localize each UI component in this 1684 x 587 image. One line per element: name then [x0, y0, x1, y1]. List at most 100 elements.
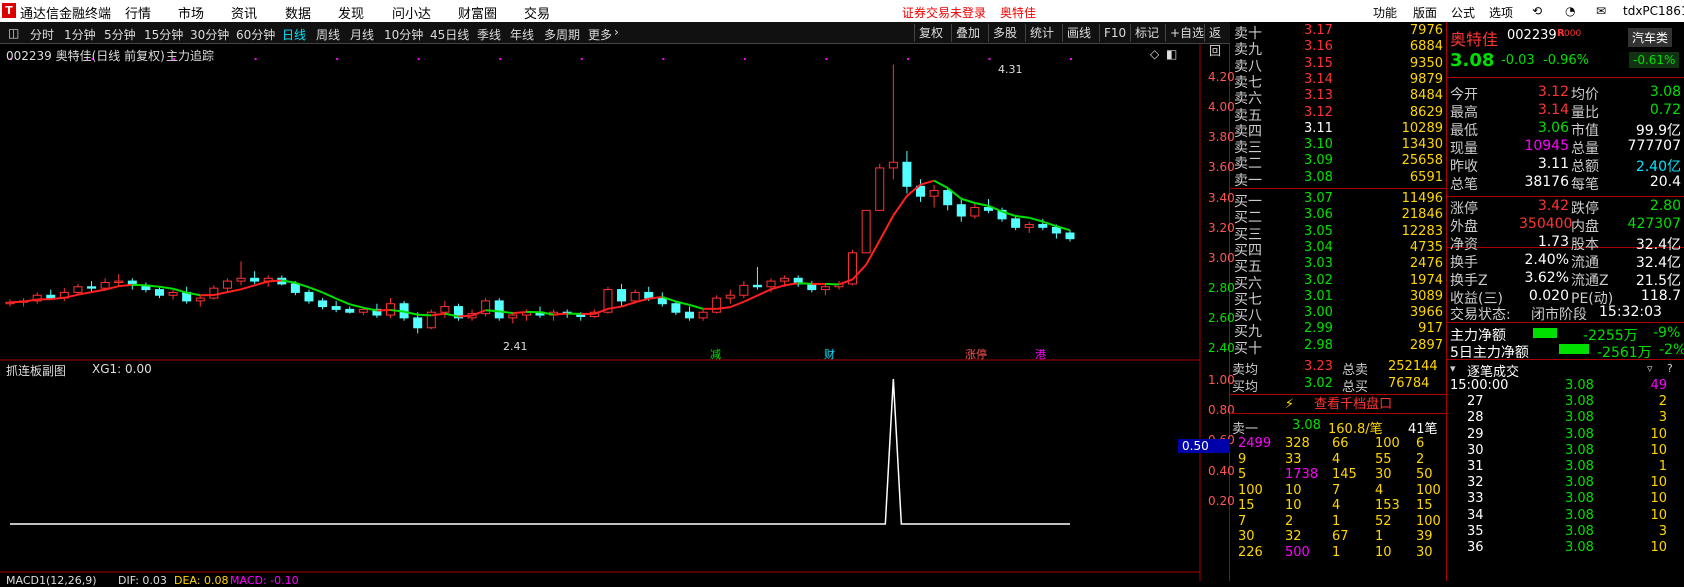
- login-notice[interactable]: 证券交易未登录: [902, 4, 986, 21]
- event-reduce[interactable]: 减: [710, 346, 721, 362]
- level-name: 卖一: [1234, 170, 1262, 190]
- menu-market[interactable]: 市场: [178, 3, 204, 22]
- level-price: 3.08: [1304, 170, 1333, 185]
- menu-quotes[interactable]: 行情: [125, 3, 151, 22]
- mail-icon[interactable]: ✉: [1596, 4, 1606, 18]
- field-value-right: 2.80: [1621, 198, 1681, 214]
- field-label-right: 流通Z: [1571, 270, 1609, 290]
- level-volume: 13430: [1402, 137, 1443, 152]
- ask-row[interactable]: 卖三3.1013430: [1232, 137, 1445, 154]
- event-limitup[interactable]: 涨停: [965, 346, 987, 362]
- ask-row[interactable]: 卖二3.0925658: [1232, 153, 1445, 170]
- btn-fuquan[interactable]: 复权: [914, 24, 947, 42]
- expand-icon[interactable]: ◧: [1166, 47, 1177, 61]
- queue-cell: 328: [1285, 436, 1310, 451]
- btn-back[interactable]: 返回: [1204, 24, 1230, 42]
- queue-cell: 100: [1375, 436, 1400, 451]
- diamond-icon[interactable]: ◇: [1150, 47, 1159, 61]
- tab-60min[interactable]: 60分钟: [236, 26, 275, 43]
- btn-stats[interactable]: 统计: [1025, 24, 1058, 42]
- sector-name[interactable]: 汽车类: [1628, 28, 1672, 47]
- tab-15min[interactable]: 15分钟: [144, 26, 183, 43]
- ask-row[interactable]: 卖七3.149879: [1232, 72, 1445, 89]
- bid-row[interactable]: 买五3.032476: [1232, 256, 1445, 273]
- menu-data[interactable]: 数据: [285, 3, 311, 22]
- trend-line-segment: [377, 310, 391, 311]
- chevron-right-icon[interactable]: ›: [614, 25, 619, 39]
- btn-f10[interactable]: F10: [1099, 24, 1130, 42]
- btn-add-watch[interactable]: +自选: [1165, 24, 1208, 42]
- ask-row[interactable]: 卖十3.177976: [1232, 23, 1445, 40]
- tab-fenshi[interactable]: 分时: [30, 26, 54, 43]
- tick-price: 3.08: [1565, 475, 1594, 490]
- bid-row[interactable]: 买九2.99917: [1232, 321, 1445, 338]
- qian-dang-button[interactable]: ⚡查看千档盘口: [1230, 394, 1447, 414]
- tab-more[interactable]: 更多: [588, 26, 612, 43]
- btn-multistock[interactable]: 多股: [988, 24, 1021, 42]
- tick-volume: 10: [1627, 427, 1667, 442]
- panel-menu-icon[interactable]: ▾: [1450, 362, 1456, 375]
- btn-mark[interactable]: 标记: [1130, 24, 1163, 42]
- refresh-icon[interactable]: ⟲: [1532, 4, 1542, 18]
- trend-line-segment: [336, 299, 350, 305]
- ask-row[interactable]: 卖五3.128629: [1232, 105, 1445, 122]
- menu-function[interactable]: 功能: [1373, 4, 1397, 21]
- bid-row[interactable]: 买八3.003966: [1232, 305, 1445, 322]
- tab-1min[interactable]: 1分钟: [64, 26, 96, 43]
- event-hk[interactable]: 港: [1035, 346, 1046, 362]
- event-finance[interactable]: 财: [824, 346, 835, 362]
- menu-wealth[interactable]: 财富圈: [458, 3, 497, 22]
- tab-quarter[interactable]: 季线: [477, 26, 501, 43]
- ask-row[interactable]: 卖八3.159350: [1232, 56, 1445, 73]
- bid-row[interactable]: 买十2.982897: [1232, 338, 1445, 355]
- bell-icon[interactable]: ◔: [1565, 4, 1575, 18]
- menu-discover[interactable]: 发现: [338, 3, 364, 22]
- trend-line-segment: [757, 289, 771, 295]
- tab-10min[interactable]: 10分钟: [384, 26, 423, 43]
- tab-monthly[interactable]: 月线: [350, 26, 374, 43]
- field-value-left: 3.12: [1519, 84, 1569, 100]
- menu-trade[interactable]: 交易: [524, 3, 550, 22]
- ask-row[interactable]: 卖九3.166884: [1232, 39, 1445, 56]
- tab-5min[interactable]: 5分钟: [104, 26, 136, 43]
- menu-news[interactable]: 资讯: [231, 3, 257, 22]
- tab-weekly[interactable]: 周线: [316, 26, 340, 43]
- level-volume: 12283: [1402, 224, 1443, 239]
- queue-cell: 50: [1416, 467, 1433, 482]
- bid-row[interactable]: 买二3.0621846: [1232, 207, 1445, 224]
- tab-30min[interactable]: 30分钟: [190, 26, 229, 43]
- candle-body: [359, 309, 367, 312]
- tick-volume: 10: [1627, 540, 1667, 555]
- level-volume: 8629: [1410, 105, 1443, 120]
- menu-options[interactable]: 选项: [1489, 4, 1513, 21]
- sub-chart-title[interactable]: 抓连板副图: [6, 362, 66, 379]
- bid-row[interactable]: 买四3.044735: [1232, 240, 1445, 257]
- ask-row[interactable]: 卖四3.1110289: [1232, 121, 1445, 138]
- btn-draw[interactable]: 画线: [1062, 24, 1095, 42]
- queue-cell: 67: [1332, 529, 1349, 544]
- trend-line-segment: [458, 316, 472, 317]
- bid-row[interactable]: 买一3.0711496: [1232, 191, 1445, 208]
- tick-volume: 10: [1627, 475, 1667, 490]
- field-label-left: 昨收: [1450, 156, 1478, 176]
- panel-toggle-icon[interactable]: ◫: [8, 26, 19, 40]
- menu-formula[interactable]: 公式: [1451, 4, 1475, 21]
- main-flow5-value: -2561万: [1597, 342, 1652, 362]
- bid-row[interactable]: 买七3.013089: [1232, 289, 1445, 306]
- user-id[interactable]: tdxPC1861: [1623, 4, 1684, 18]
- tab-daily[interactable]: 日线: [282, 26, 306, 43]
- bid-row[interactable]: 买三3.0512283: [1232, 224, 1445, 241]
- menu-layout[interactable]: 版面: [1413, 4, 1437, 21]
- tab-45day[interactable]: 45日线: [430, 26, 469, 43]
- ask-row[interactable]: 卖一3.086591: [1232, 170, 1445, 187]
- tab-multi[interactable]: 多周期: [544, 26, 580, 43]
- filter-icon[interactable]: ▿: [1647, 362, 1653, 375]
- bid-row[interactable]: 买六3.021974: [1232, 273, 1445, 290]
- help-icon[interactable]: ?: [1667, 362, 1673, 375]
- menu-ask[interactable]: 问小达: [392, 3, 431, 22]
- indicator-name[interactable]: 主力追踪: [166, 47, 214, 64]
- tab-year[interactable]: 年线: [510, 26, 534, 43]
- btn-overlay[interactable]: 叠加: [951, 24, 984, 42]
- kline-chart-area[interactable]: 002239 奥特佳(日线 前复权) 主力追踪 ◇ ◧ 4.31 2.41 减 …: [0, 44, 1230, 581]
- ask-row[interactable]: 卖六3.138484: [1232, 88, 1445, 105]
